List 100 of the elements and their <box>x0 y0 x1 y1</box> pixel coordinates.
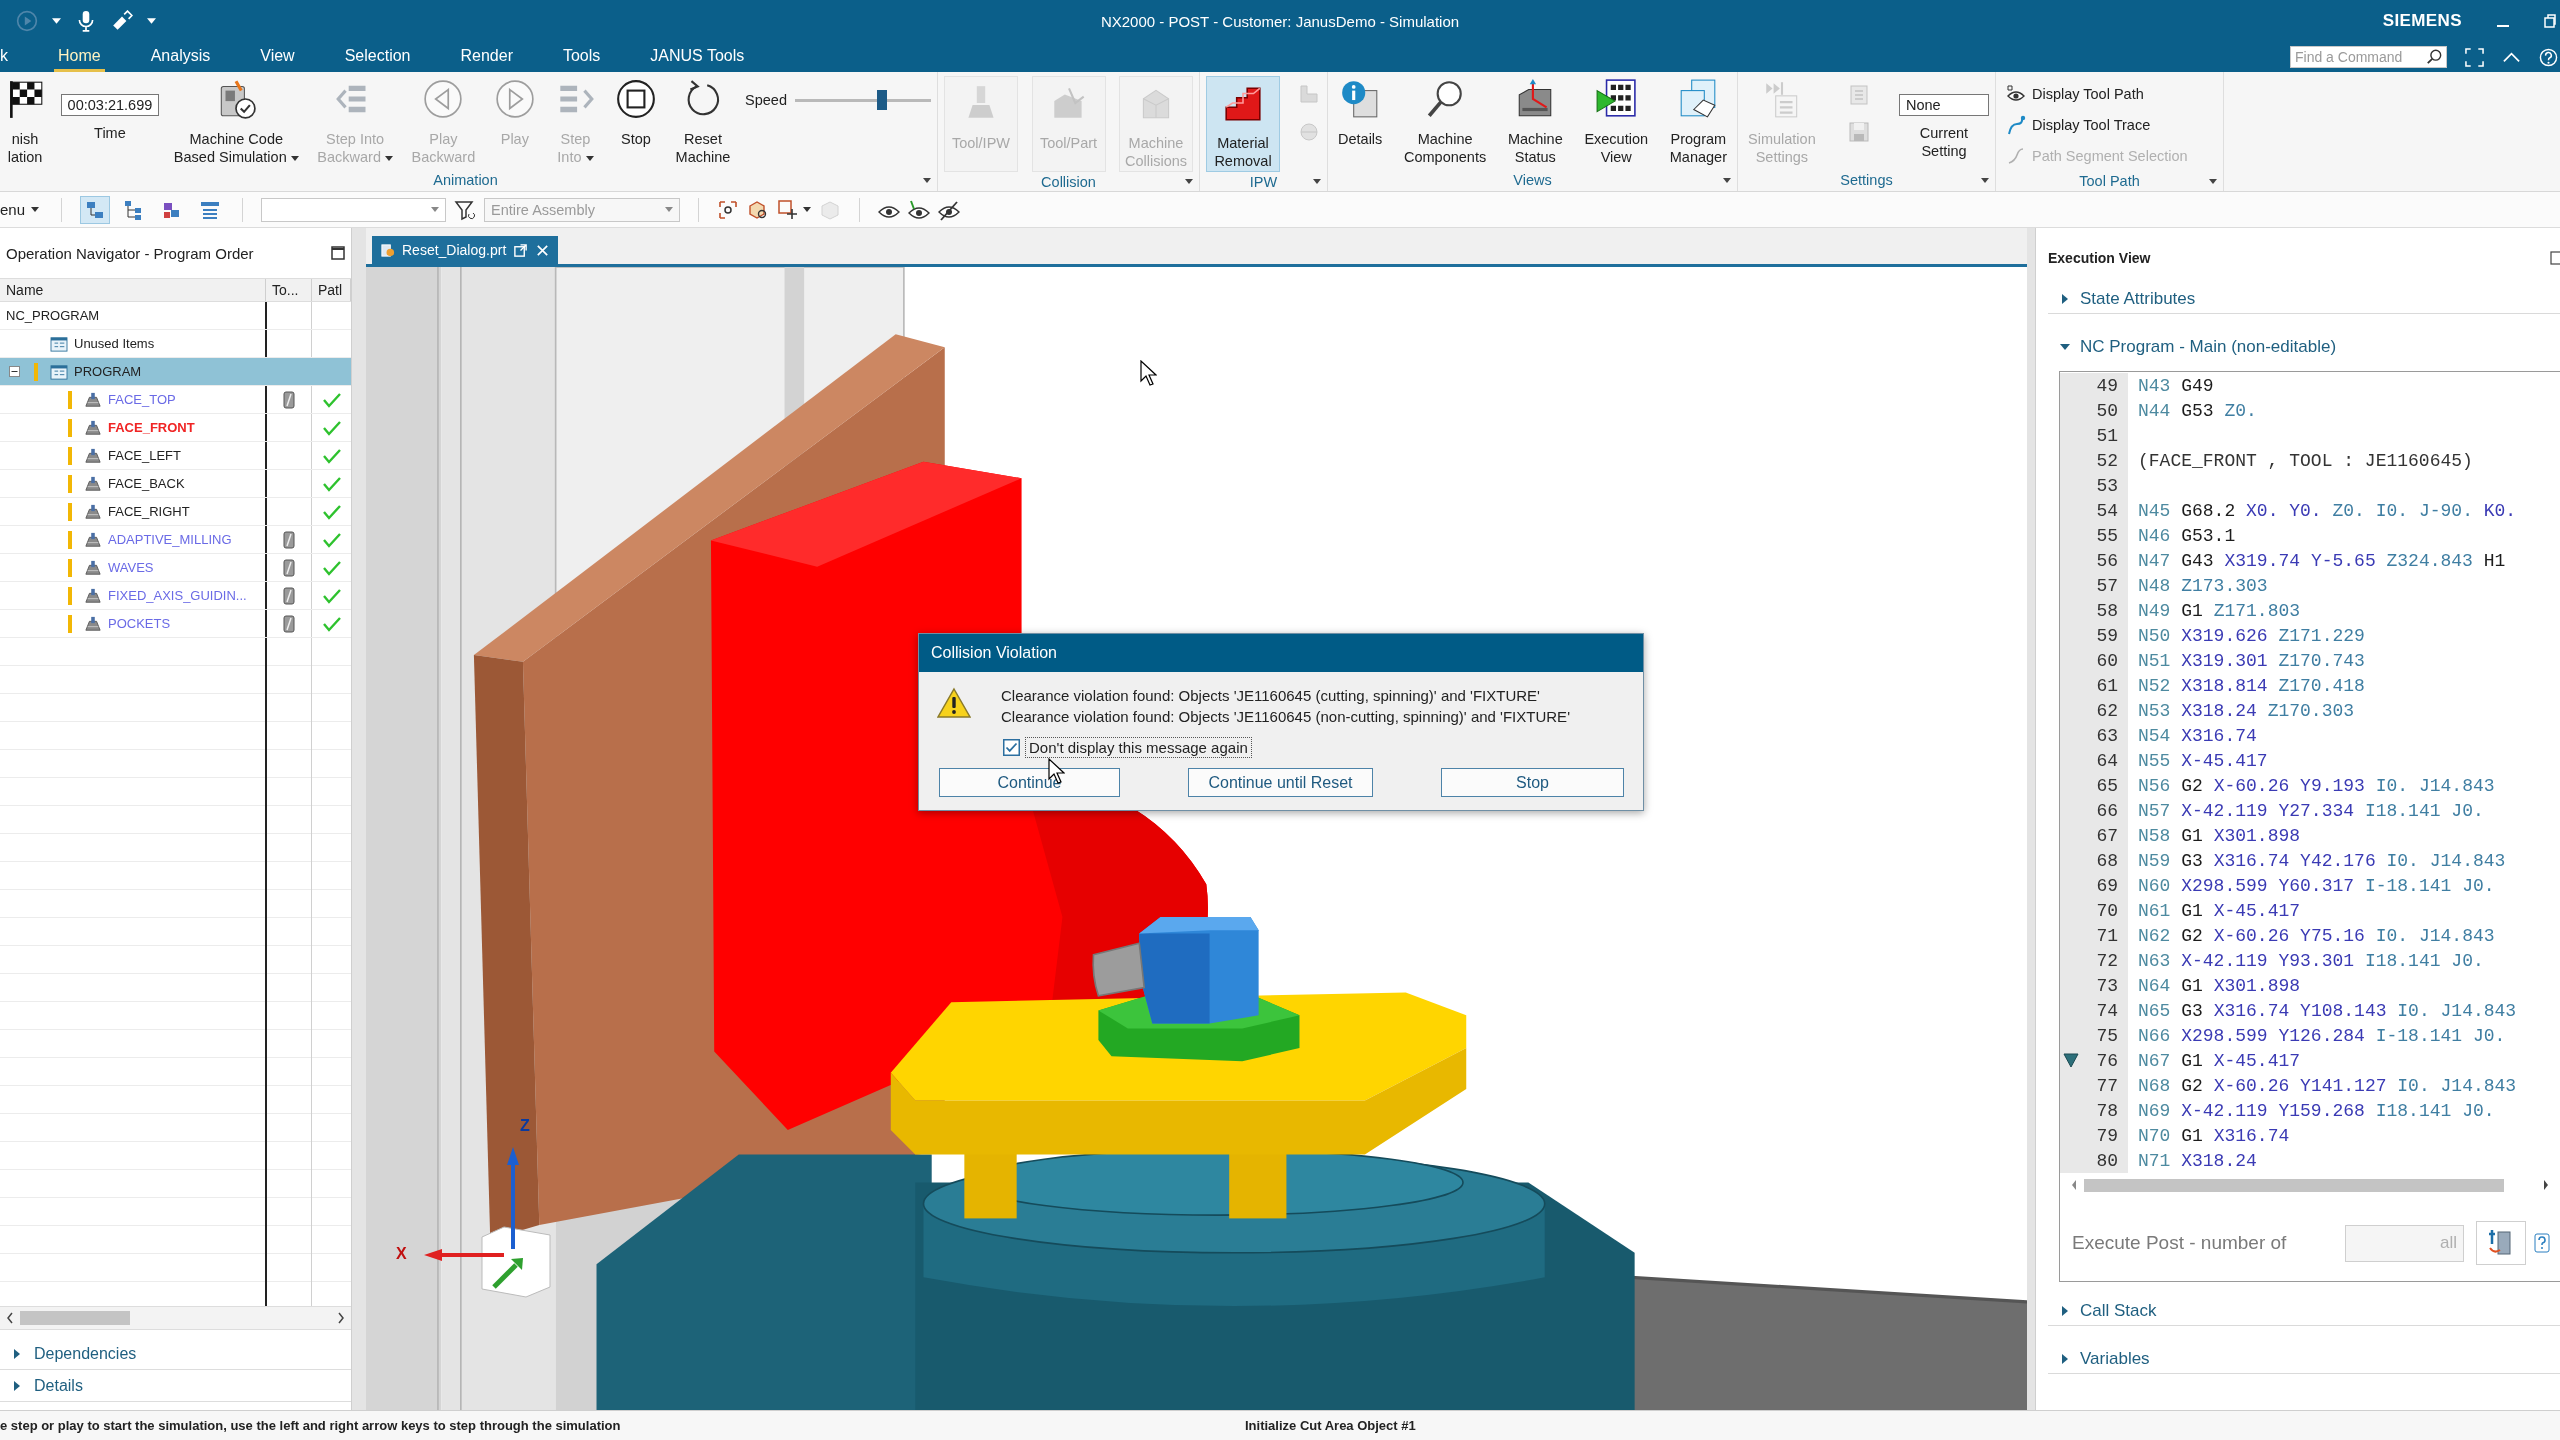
dialog-button[interactable]: Stop <box>1441 768 1624 797</box>
tree-row[interactable]: PROGRAM <box>0 358 351 386</box>
line-number: 80 <box>2096 1150 2118 1171</box>
tree-row[interactable]: FACE_BACK <box>0 470 351 498</box>
material-removal-toggle[interactable]: Material Removal <box>1206 76 1280 172</box>
caret-icon[interactable] <box>1185 179 1193 184</box>
caret-icon[interactable] <box>147 18 156 24</box>
close-icon[interactable] <box>535 242 551 258</box>
ribbon-tab[interactable]: Tools <box>558 42 605 72</box>
caret-icon[interactable] <box>1723 177 1731 183</box>
tree-row[interactable]: NC_PROGRAM <box>0 302 351 330</box>
part-file-icon <box>380 242 395 258</box>
section-header[interactable]: NC Program - Main (non-editable) <box>2060 332 2560 362</box>
checked-checkbox[interactable] <box>1003 739 1020 756</box>
caret-icon[interactable] <box>803 207 812 212</box>
ribbon-tab[interactable]: Render <box>456 42 517 72</box>
tree-view-button[interactable] <box>80 195 111 224</box>
tree-row[interactable]: FACE_TOP <box>0 386 351 414</box>
program-manager-button[interactable]: Program Manager <box>1665 72 1731 168</box>
milling-operation-icon <box>84 475 102 492</box>
code-line: N67 G1 X-45.417 <box>2138 1050 2301 1071</box>
caret-icon[interactable] <box>1313 179 1321 184</box>
milling-operation-icon <box>84 559 102 576</box>
line-number: 75 <box>2096 1025 2118 1046</box>
caret-icon[interactable] <box>290 155 299 161</box>
crosshair-box-icon[interactable] <box>777 198 800 221</box>
code-line: N61 G1 X-45.417 <box>2138 900 2301 921</box>
section-header[interactable]: Call Stack <box>2048 1296 2560 1326</box>
restore-icon[interactable] <box>2544 14 2556 28</box>
ribbon-tab[interactable]: JANUS Tools <box>646 42 749 72</box>
time-field[interactable]: 00:03:21.699 <box>60 94 160 116</box>
reset-machine-button[interactable]: Reset Machine <box>671 72 735 168</box>
panel-title: Operation Navigator - Program Order <box>6 244 254 262</box>
scroll-right-icon[interactable] <box>337 1312 345 1324</box>
scrollbar-thumb[interactable] <box>2084 1178 2504 1192</box>
execute-post-button[interactable] <box>2476 1221 2526 1265</box>
line-number: 61 <box>2096 675 2118 696</box>
tree-row[interactable]: FACE_FRONT <box>0 414 351 442</box>
column-header[interactable]: To... <box>266 279 312 301</box>
stop-button[interactable]: Stop <box>611 72 661 168</box>
tree-label: WAVES <box>108 560 154 575</box>
warning-icon <box>937 687 971 719</box>
search-icon[interactable] <box>2426 49 2442 65</box>
machine-code-simulation-button[interactable]: Machine Code Based Simulation <box>169 72 303 168</box>
ribbon-tab[interactable]: View <box>256 42 299 72</box>
eye-check-icon[interactable] <box>908 198 931 221</box>
brush-icon[interactable] <box>111 10 133 32</box>
ribbon-tab[interactable]: Analysis <box>146 42 215 72</box>
details-button[interactable]: Details <box>1334 72 1387 168</box>
display-tool-trace-button[interactable]: Display Tool Trace <box>2002 109 2155 140</box>
slider-thumb[interactable] <box>876 90 887 110</box>
machine-components-button[interactable]: Machine Components <box>1400 72 1491 168</box>
column-header[interactable]: Name <box>0 279 266 301</box>
code-line: N51 X319.301 Z170.743 <box>2138 650 2365 671</box>
tree-row[interactable]: WAVES <box>0 554 351 582</box>
execution-view-button[interactable]: Execution View <box>1580 72 1653 168</box>
dialog-button[interactable]: Continue <box>939 768 1120 797</box>
checkbox-label[interactable]: Don't display this message again <box>1025 737 1252 758</box>
ribbon-tab[interactable]: Selection <box>340 42 415 72</box>
funnel-icon[interactable] <box>454 198 477 221</box>
section-header[interactable]: State Attributes <box>2048 284 2560 314</box>
document-tab[interactable]: Reset_Dialog.prt <box>372 236 559 264</box>
column-header[interactable]: Patl <box>312 279 351 301</box>
machine-status-button[interactable]: Machine Status <box>1503 72 1567 168</box>
dialog-message: Clearance violation found: Objects 'JE1160645 (cutting, spinning)' and 'FIXTURE' <box>1001 686 1541 706</box>
scroll-left-icon[interactable] <box>6 1312 14 1324</box>
tree-row[interactable]: FIXED_AXIS_GUIDIN... <box>0 582 351 610</box>
scroll-right-icon[interactable] <box>2542 1179 2550 1191</box>
current-setting-field[interactable]: None <box>1899 94 1989 116</box>
menu-button[interactable]: enu <box>0 201 44 218</box>
folder-list-icon <box>50 335 68 352</box>
section-header[interactable]: Dependencies <box>0 1338 351 1370</box>
tree-row[interactable]: FACE_RIGHT <box>0 498 351 526</box>
horizontal-scrollbar[interactable] <box>0 1306 351 1330</box>
finish-simulation-button[interactable]: nish lation <box>0 72 50 168</box>
group-label: Tool Path <box>2079 173 2140 189</box>
line-number: 53 <box>2096 475 2118 496</box>
fullscreen-icon[interactable] <box>2465 47 2484 67</box>
maximize-icon[interactable] <box>331 246 345 260</box>
caret-icon[interactable] <box>923 177 931 183</box>
display-tool-path-button[interactable]: Display Tool Path <box>2002 78 2148 109</box>
dialog-button[interactable]: Continue until Reset <box>1188 768 1373 797</box>
caret-icon[interactable] <box>52 18 61 24</box>
tree-row[interactable]: FACE_LEFT <box>0 442 351 470</box>
pop-out-icon[interactable] <box>513 242 529 258</box>
tree-row[interactable]: POCKETS <box>0 610 351 638</box>
collapse-icon[interactable] <box>8 366 20 377</box>
line-number: 66 <box>2096 800 2118 821</box>
section-header[interactable]: Details <box>0 1370 351 1402</box>
help-icon[interactable] <box>2539 47 2558 67</box>
ribbon-tab[interactable]: k <box>0 42 12 72</box>
tree-label: PROGRAM <box>74 364 142 379</box>
caret-icon[interactable] <box>2209 178 2217 184</box>
tree-row[interactable]: ADAPTIVE_MILLING <box>0 526 351 554</box>
section-header[interactable]: Variables <box>2048 1344 2560 1374</box>
code-line: N70 G1 X316.74 <box>2138 1125 2290 1146</box>
window-title: NX2000 - POST - Customer: JanusDemo - Simulation <box>1100 12 1460 30</box>
scrollbar-thumb[interactable] <box>20 1311 130 1325</box>
snap-point-icon[interactable] <box>717 198 740 221</box>
caret-icon[interactable] <box>1981 177 1989 183</box>
